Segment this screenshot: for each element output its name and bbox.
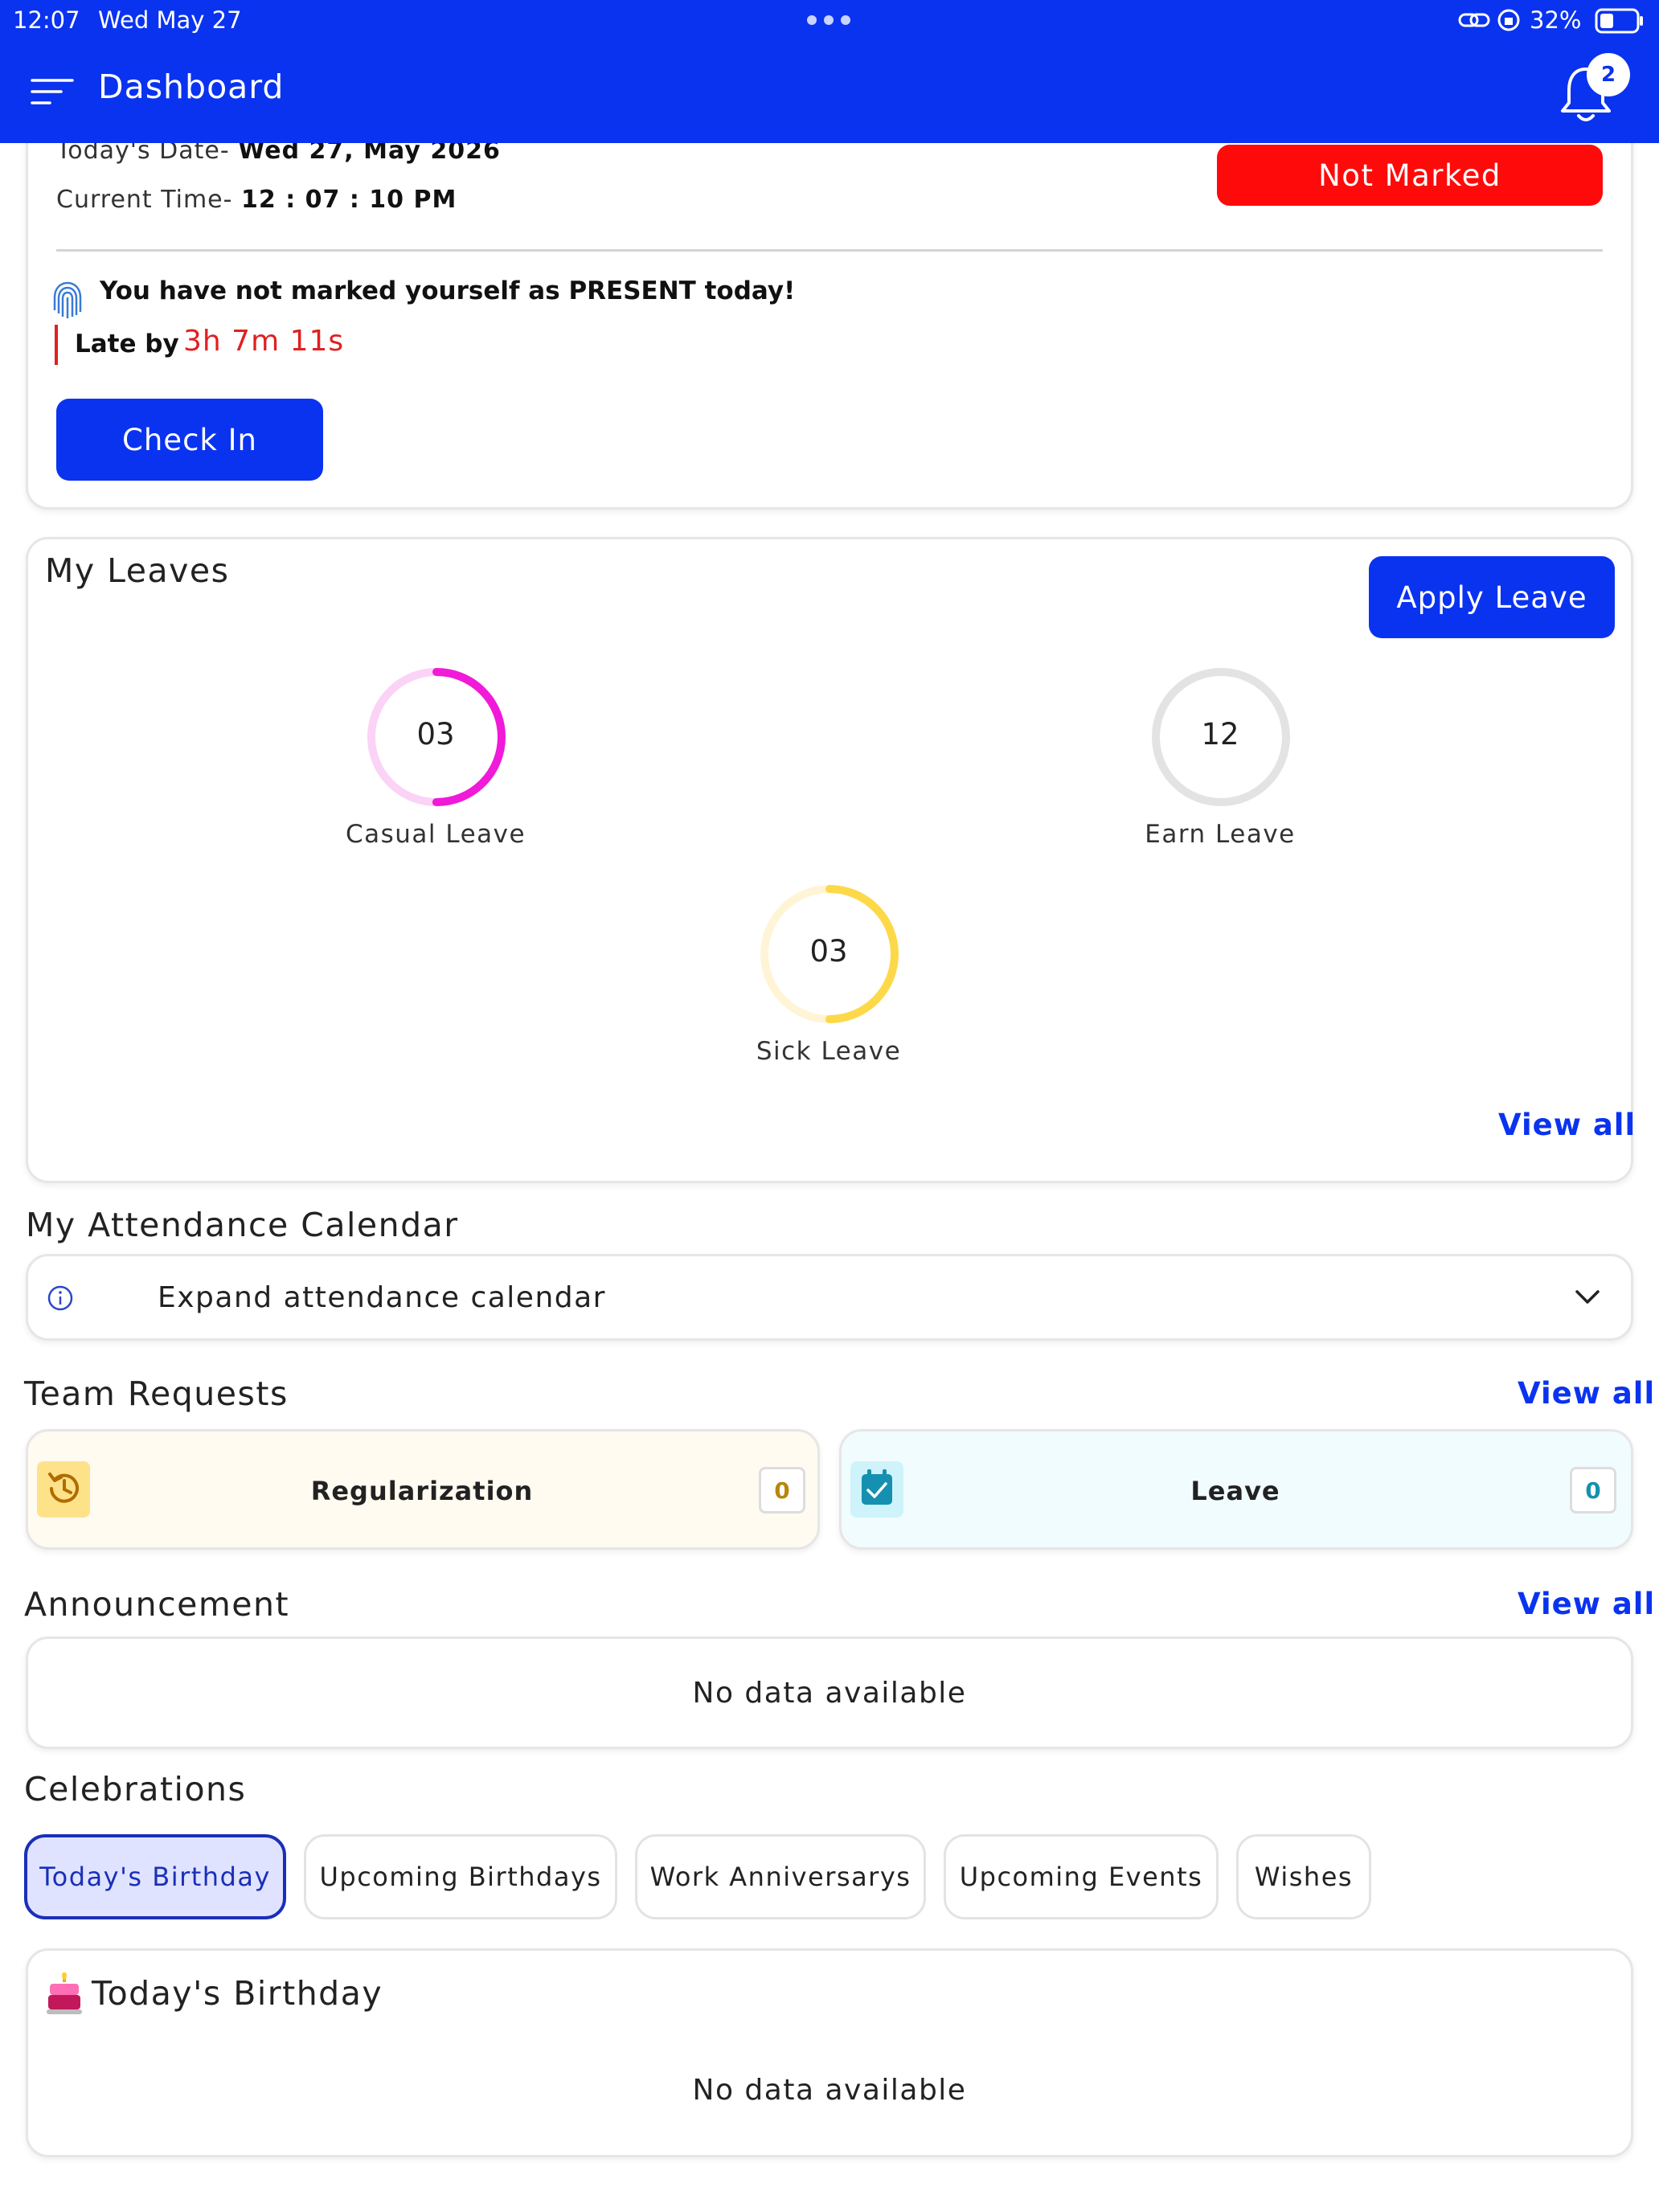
notification-button[interactable]: 2 xyxy=(1558,53,1638,125)
team-requests-title: Team Requests xyxy=(24,1374,289,1413)
announcement-empty-text: No data available xyxy=(692,1677,967,1710)
sick-leave-label: Sick Leave xyxy=(756,1037,902,1066)
time-value: 12 : 07 : 10 PM xyxy=(241,186,457,214)
birthday-cake-icon xyxy=(47,1972,82,2014)
divider xyxy=(56,249,1603,252)
history-icon xyxy=(48,1473,79,1503)
late-value: 3h 7m 11s xyxy=(183,325,345,358)
announcement-title: Announcement xyxy=(24,1585,290,1624)
info-icon xyxy=(47,1285,73,1311)
page-title: Dashboard xyxy=(98,68,285,106)
casual-leave-count: 03 xyxy=(416,717,455,752)
attendance-calendar-title: My Attendance Calendar xyxy=(26,1206,459,1244)
leave-label: Leave xyxy=(1190,1476,1280,1506)
tab-upcoming-birthdays[interactable]: Upcoming Birthdays xyxy=(304,1834,617,1919)
notification-badge: 2 xyxy=(1587,53,1630,96)
expand-calendar-label: Expand attendance calendar xyxy=(158,1281,606,1314)
leaves-view-all-link[interactable]: View all xyxy=(1498,1108,1636,1142)
late-indicator-bar xyxy=(55,325,58,365)
status-date: Wed May 27 xyxy=(98,6,242,34)
time-label: Current Time- 12 : 07 : 10 PM xyxy=(56,186,457,214)
tab-wishes[interactable]: Wishes xyxy=(1236,1834,1371,1919)
regularization-label: Regularization xyxy=(310,1476,534,1506)
birthday-empty-text: No data available xyxy=(692,2074,967,2107)
app-header: 12:07 Wed May 27 32% Dashboard 2 xyxy=(0,0,1659,143)
tab-upcoming-events[interactable]: Upcoming Events xyxy=(944,1834,1219,1919)
attendance-status-badge: Not Marked xyxy=(1217,145,1603,206)
casual-leave-label: Casual Leave xyxy=(345,820,526,849)
earn-leave-label: Earn Leave xyxy=(1145,820,1296,849)
earn-leave-count: 12 xyxy=(1201,717,1239,752)
celebrations-title: Celebrations xyxy=(24,1770,247,1809)
late-label: Late by xyxy=(75,330,179,358)
sick-leave-count: 03 xyxy=(809,934,848,969)
link-icon xyxy=(1458,13,1490,27)
tab-todays-birthday[interactable]: Today's Birthday xyxy=(24,1834,286,1919)
tab-work-anniversarys[interactable]: Work Anniversarys xyxy=(635,1834,926,1919)
check-in-button[interactable]: Check In xyxy=(56,399,323,481)
battery-icon xyxy=(1595,8,1643,34)
my-leaves-title: My Leaves xyxy=(45,551,230,590)
menu-icon[interactable] xyxy=(31,77,74,106)
multitasking-dots-icon[interactable] xyxy=(806,14,851,26)
calendar-check-icon xyxy=(862,1469,892,1505)
orientation-lock-icon xyxy=(1497,9,1520,31)
not-present-message: You have not marked yourself as PRESENT … xyxy=(100,276,796,305)
fingerprint-icon xyxy=(53,281,82,318)
battery-percent: 32% xyxy=(1530,6,1582,34)
chevron-down-icon[interactable] xyxy=(1574,1288,1601,1307)
announcement-view-all-link[interactable]: View all xyxy=(1518,1587,1655,1621)
leave-count: 0 xyxy=(1570,1467,1616,1514)
team-requests-view-all-link[interactable]: View all xyxy=(1518,1376,1655,1411)
todays-birthday-panel-title: Today's Birthday xyxy=(92,1974,383,2013)
status-time: 12:07 xyxy=(13,6,80,34)
regularization-count: 0 xyxy=(759,1467,805,1514)
apply-leave-button[interactable]: Apply Leave xyxy=(1369,556,1615,638)
